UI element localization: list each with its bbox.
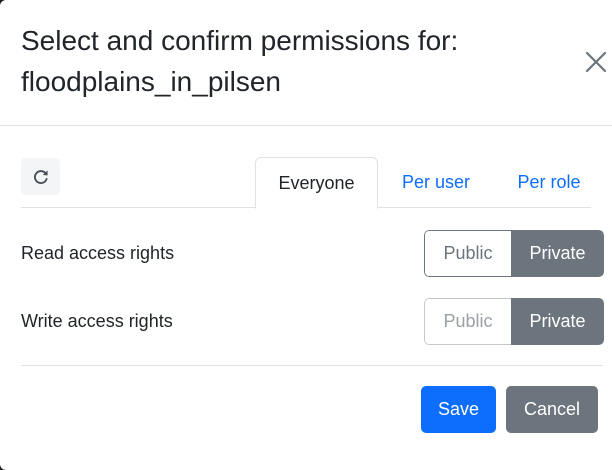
permission-tabs: Everyone Per user Per role xyxy=(21,157,591,209)
dialog-title-line1: Select and confirm permissions for: xyxy=(21,25,459,56)
footer-divider xyxy=(21,365,603,366)
close-button[interactable] xyxy=(582,48,610,76)
permissions-dialog: Select and confirm permissions for: floo… xyxy=(0,0,612,470)
write-private-option[interactable]: Private xyxy=(511,298,604,345)
write-public-option[interactable]: Public xyxy=(424,298,511,345)
dialog-title-line2: floodplains_in_pilsen xyxy=(21,66,281,97)
read-private-option[interactable]: Private xyxy=(511,230,604,277)
write-access-toggle: Public Private xyxy=(424,298,604,345)
dialog-title: Select and confirm permissions for: floo… xyxy=(21,20,561,102)
read-access-toggle: Public Private xyxy=(424,230,604,277)
refresh-icon xyxy=(33,169,48,184)
close-icon xyxy=(585,51,607,73)
read-access-label: Read access rights xyxy=(21,243,175,263)
refresh-button[interactable] xyxy=(21,158,60,195)
dialog-header: Select and confirm permissions for: floo… xyxy=(0,0,612,126)
cancel-button[interactable]: Cancel xyxy=(506,386,598,433)
write-access-label: Write access rights xyxy=(21,311,173,331)
tab-per-user[interactable]: Per user xyxy=(381,157,491,208)
tab-per-role[interactable]: Per role xyxy=(495,157,603,208)
save-button[interactable]: Save xyxy=(421,386,496,433)
read-public-option[interactable]: Public xyxy=(424,230,511,277)
tab-everyone[interactable]: Everyone xyxy=(255,157,378,209)
